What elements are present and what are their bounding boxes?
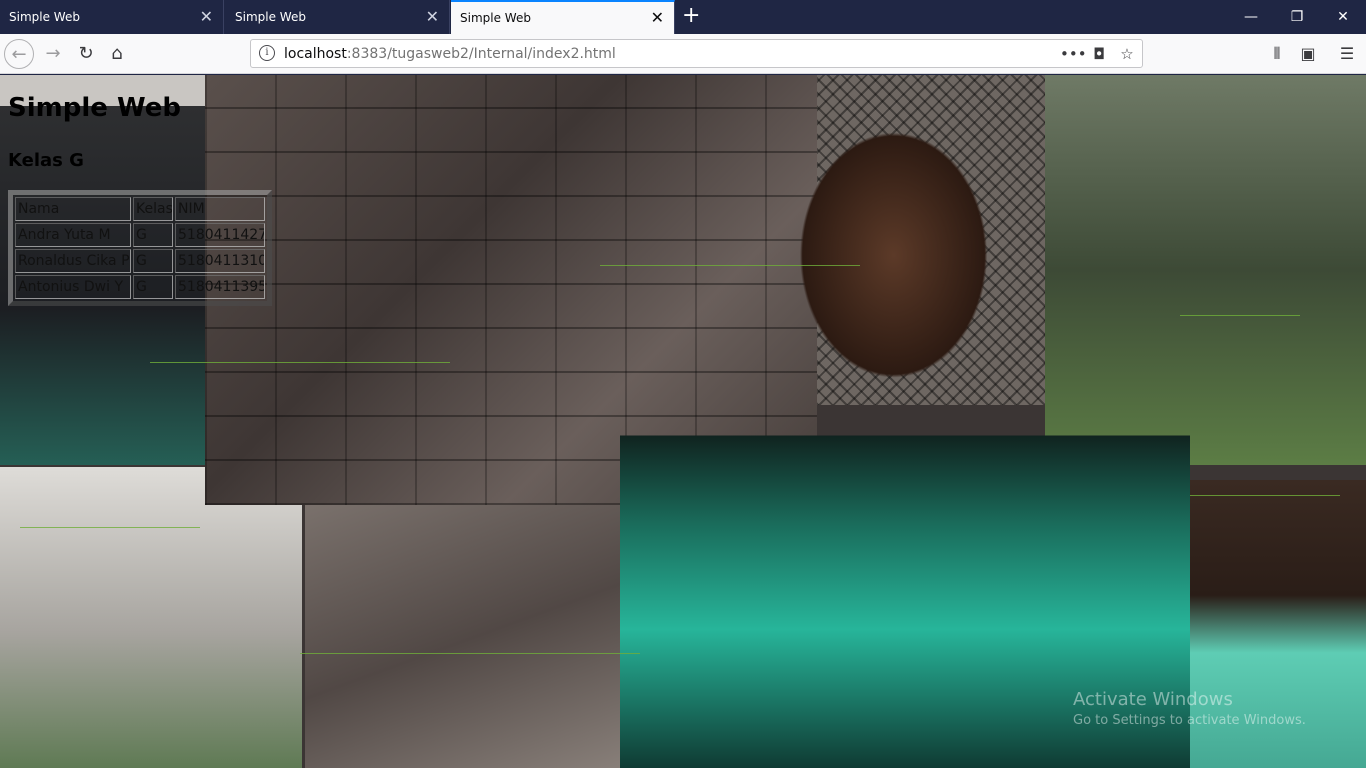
table-cell: 5180411427 xyxy=(175,223,265,247)
glitch-line xyxy=(1190,495,1340,496)
library-icon[interactable]: ⫴ xyxy=(1263,40,1291,68)
activate-windows-watermark: Activate Windows Go to Settings to activ… xyxy=(1073,689,1306,728)
page-title: Simple Web xyxy=(8,93,181,123)
background-player-image xyxy=(620,75,1190,768)
page-subtitle: Kelas G xyxy=(8,150,84,171)
table-cell: Antonius Dwi Y xyxy=(15,275,131,299)
student-table: Nama Kelas NIM Andra Yuta M G 5180411427… xyxy=(8,190,272,306)
table-cell: G xyxy=(133,275,173,299)
table-cell: Kelas xyxy=(133,197,173,221)
close-icon[interactable]: ✕ xyxy=(651,2,664,34)
glitch-line xyxy=(300,653,640,654)
table-cell: Nama xyxy=(15,197,131,221)
forward-arrow-icon[interactable]: → xyxy=(38,39,68,69)
table-row: Antonius Dwi Y G 5180411395 xyxy=(15,275,265,299)
url-text[interactable]: localhost:8383/tugasweb2/Internal/index2… xyxy=(284,40,616,68)
glitch-line xyxy=(20,527,200,528)
glitch-line xyxy=(150,362,450,363)
table-row: Andra Yuta M G 5180411427 xyxy=(15,223,265,247)
watermark-text: Go to Settings to activate Windows. xyxy=(1073,713,1306,728)
tab-strip: Simple Web ✕ Simple Web ✕ Simple Web ✕ +… xyxy=(0,0,1366,34)
url-host: localhost xyxy=(284,46,347,62)
tab-3-active[interactable]: Simple Web ✕ xyxy=(451,0,675,34)
tab-2-title: Simple Web xyxy=(235,10,306,24)
glitch-line xyxy=(600,265,860,266)
page-actions-icon[interactable]: ••• xyxy=(1060,41,1087,67)
page-viewport: Simple Web Kelas G Nama Kelas NIM Andra … xyxy=(0,75,1366,768)
back-arrow-icon[interactable]: ← xyxy=(4,39,34,69)
window-close-icon[interactable]: ✕ xyxy=(1320,0,1366,34)
background-wall-texture xyxy=(305,505,650,768)
new-tab-plus-icon[interactable]: + xyxy=(682,4,700,28)
pocket-icon[interactable]: ◘ xyxy=(1087,41,1111,67)
table-cell: NIM xyxy=(175,197,265,221)
table-cell: 5180411395 xyxy=(175,275,265,299)
address-bar[interactable]: i localhost:8383/tugasweb2/Internal/inde… xyxy=(250,39,1143,68)
url-path: :8383/tugasweb2/Internal/index2.html xyxy=(346,46,616,62)
table-header-row: Nama Kelas NIM xyxy=(15,197,265,221)
restore-icon[interactable]: ❐ xyxy=(1274,0,1320,34)
table-cell: Ronaldus Cika P xyxy=(15,249,131,273)
tab-1-title: Simple Web xyxy=(9,10,80,24)
minimize-icon[interactable]: — xyxy=(1228,0,1274,34)
bookmark-star-icon[interactable]: ☆ xyxy=(1115,41,1139,67)
home-icon[interactable]: ⌂ xyxy=(102,39,132,69)
table-row: Ronaldus Cika P G 5180411310 xyxy=(15,249,265,273)
close-icon[interactable]: ✕ xyxy=(200,0,213,34)
navigation-toolbar: ← → ↻ ⌂ i localhost:8383/tugasweb2/Inter… xyxy=(0,34,1366,74)
sidebar-icon[interactable]: ▣ xyxy=(1294,40,1322,68)
table-cell: G xyxy=(133,249,173,273)
reload-icon[interactable]: ↻ xyxy=(71,39,101,69)
glitch-line xyxy=(1180,315,1300,316)
tab-3-title: Simple Web xyxy=(460,11,531,25)
site-info-icon[interactable]: i xyxy=(259,45,275,61)
table-cell: G xyxy=(133,223,173,247)
tab-2[interactable]: Simple Web ✕ xyxy=(226,0,450,34)
close-icon[interactable]: ✕ xyxy=(426,0,439,34)
table-cell: Andra Yuta M xyxy=(15,223,131,247)
tab-1[interactable]: Simple Web ✕ xyxy=(0,0,224,34)
watermark-title: Activate Windows xyxy=(1073,689,1233,710)
table-cell: 5180411310 xyxy=(175,249,265,273)
background-photo-panel xyxy=(0,467,302,768)
menu-icon[interactable]: ☰ xyxy=(1333,40,1361,68)
